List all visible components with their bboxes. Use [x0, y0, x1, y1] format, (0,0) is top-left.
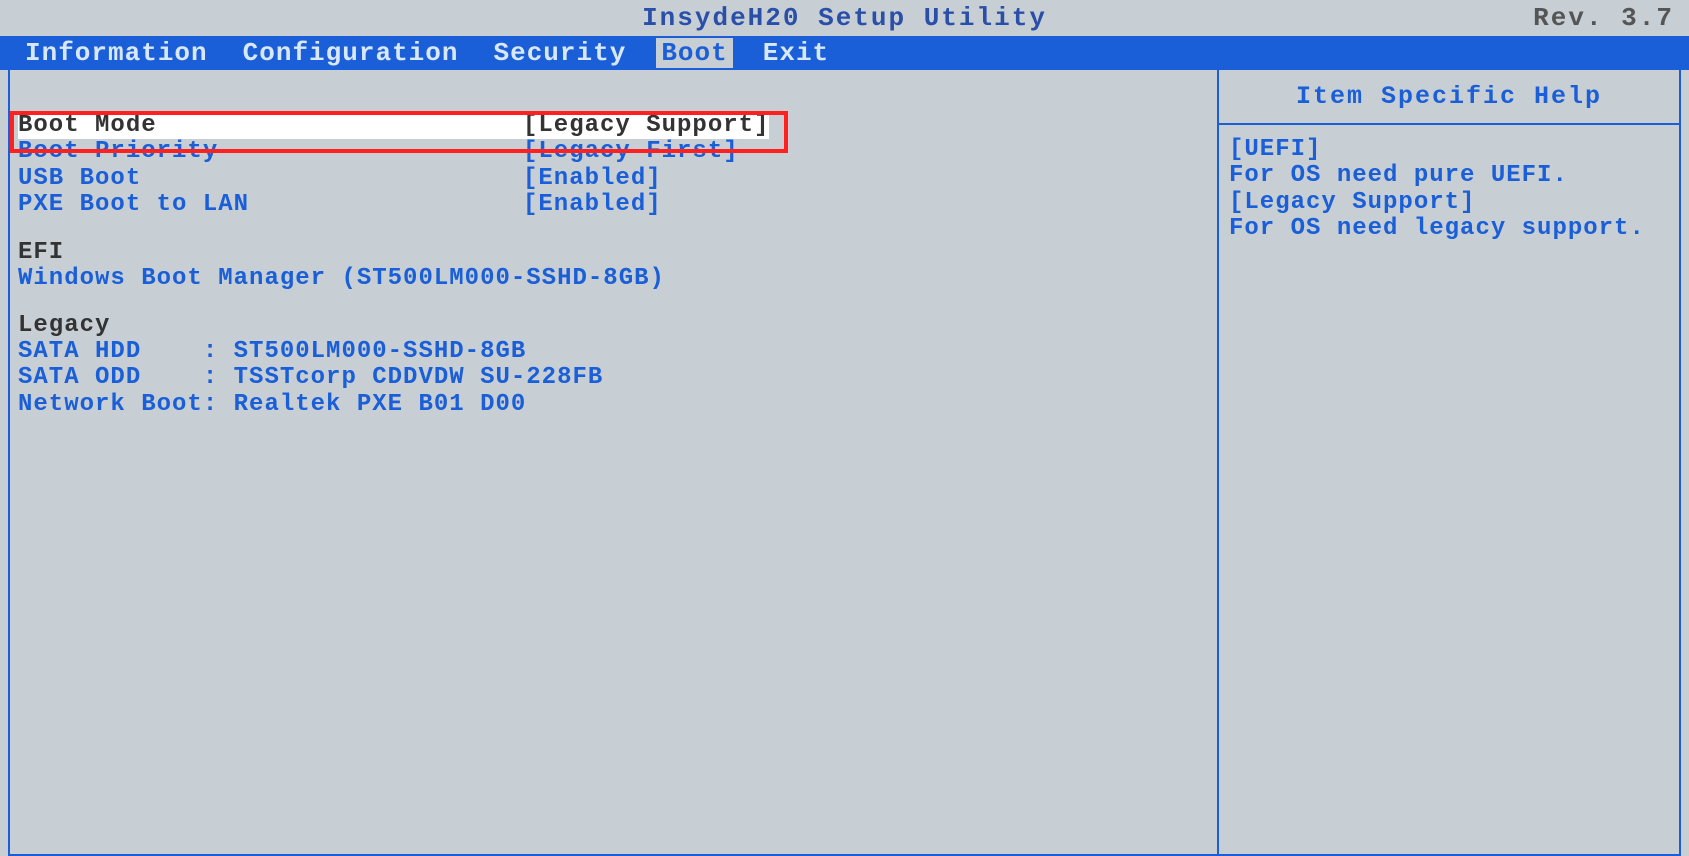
menu-item-boot[interactable]: Boot [656, 38, 732, 68]
setting-value: [Legacy First] [523, 139, 739, 165]
menu-item-security[interactable]: Security [488, 38, 631, 68]
menu-item-information[interactable]: Information [20, 38, 213, 68]
setting-label: Boot Priority [18, 139, 523, 165]
legacy-section-header: Legacy [18, 312, 1209, 339]
help-line: [Legacy Support] [1229, 190, 1669, 216]
help-line: For OS need legacy support. [1229, 216, 1669, 242]
help-panel: Item Specific Help [UEFI] For OS need pu… [1219, 70, 1679, 854]
efi-section-header: EFI [18, 239, 1209, 266]
setting-value: [Enabled] [523, 166, 662, 192]
setting-value: [Enabled] [523, 192, 662, 218]
efi-device-entry[interactable]: Windows Boot Manager (ST500LM000-SSHD-8G… [18, 266, 1209, 292]
legacy-device-sata-hdd[interactable]: SATA HDD : ST500LM000-SSHD-8GB [18, 339, 1209, 365]
menu-item-exit[interactable]: Exit [758, 38, 834, 68]
setting-value: [Legacy Support] [523, 113, 769, 139]
help-title: Item Specific Help [1219, 70, 1679, 125]
menu-item-configuration[interactable]: Configuration [238, 38, 464, 68]
help-line: [UEFI] [1229, 137, 1669, 163]
setting-label: Boot Mode [18, 113, 523, 139]
utility-title: InsydeH20 Setup Utility [642, 3, 1047, 33]
setting-pxe-boot[interactable]: PXE Boot to LAN [Enabled] [18, 192, 1209, 218]
title-bar: InsydeH20 Setup Utility Rev. 3.7 [0, 0, 1689, 36]
revision-label: Rev. 3.7 [1533, 3, 1674, 33]
legacy-device-sata-odd[interactable]: SATA ODD : TSSTcorp CDDVDW SU-228FB [18, 365, 1209, 391]
menu-bar: Information Configuration Security Boot … [0, 36, 1689, 70]
setting-label: USB Boot [18, 166, 523, 192]
help-line: For OS need pure UEFI. [1229, 163, 1669, 189]
main-area: Boot Mode [Legacy Support] Boot Priority… [8, 70, 1681, 856]
help-content: [UEFI] For OS need pure UEFI. [Legacy Su… [1219, 125, 1679, 255]
legacy-device-network[interactable]: Network Boot: Realtek PXE B01 D00 [18, 392, 1209, 418]
settings-panel: Boot Mode [Legacy Support] Boot Priority… [10, 70, 1219, 854]
setting-boot-mode[interactable]: Boot Mode [Legacy Support] [18, 113, 1209, 139]
setting-usb-boot[interactable]: USB Boot [Enabled] [18, 166, 1209, 192]
setting-label: PXE Boot to LAN [18, 192, 523, 218]
setting-boot-priority[interactable]: Boot Priority [Legacy First] [18, 139, 1209, 165]
